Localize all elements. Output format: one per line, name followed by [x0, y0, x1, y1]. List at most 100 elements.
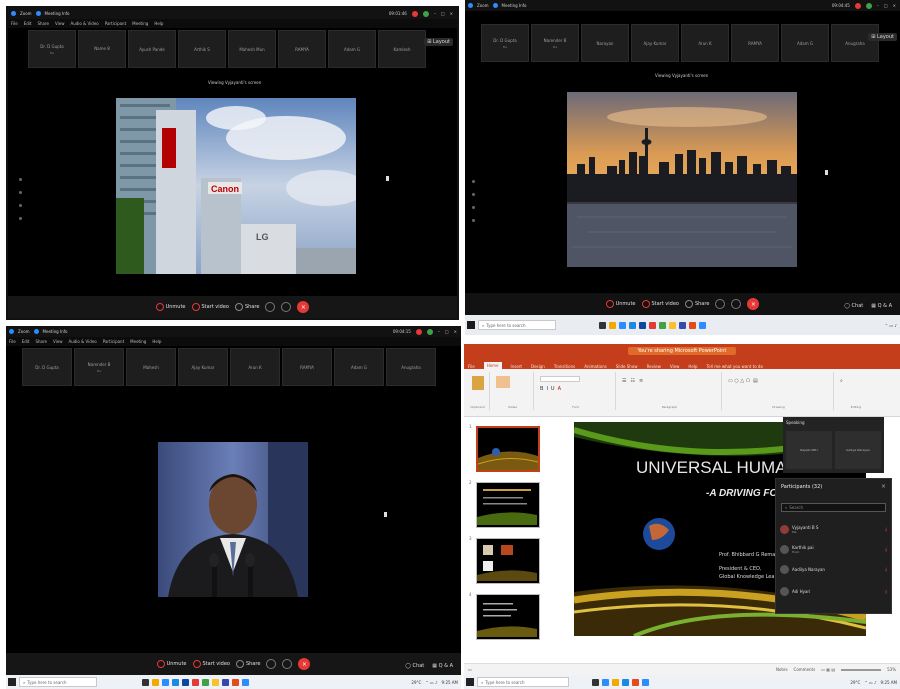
- participant-tile[interactable]: Anugraha: [831, 24, 879, 62]
- find-icon[interactable]: ⌕: [840, 378, 872, 384]
- speaker-tile[interactable]: Aalhya Narayan: [835, 431, 881, 469]
- more-icon[interactable]: [731, 299, 742, 309]
- store-icon[interactable]: [182, 678, 189, 686]
- close-icon[interactable]: ×: [450, 11, 453, 16]
- share-button[interactable]: Share: [234, 303, 259, 311]
- windows-start-icon[interactable]: [8, 678, 16, 686]
- arrange-icon[interactable]: ▤: [753, 378, 758, 384]
- participant-tile[interactable]: Ajay Kumar: [178, 348, 228, 386]
- layout-button[interactable]: ⊞ Layout: [424, 38, 453, 46]
- close-icon[interactable]: ×: [881, 483, 886, 490]
- menu-help[interactable]: Help: [154, 21, 163, 26]
- tray-clock[interactable]: 9:25 AM: [442, 680, 458, 685]
- menu-participant[interactable]: Participant: [105, 21, 126, 26]
- font-name-select[interactable]: [540, 376, 580, 382]
- weather[interactable]: 29°C: [411, 680, 421, 685]
- participant-tile[interactable]: Arun K: [681, 24, 729, 62]
- participant-tile[interactable]: Arthik S: [178, 30, 226, 68]
- menu-meeting[interactable]: Meeting: [130, 339, 146, 344]
- taskbar-search[interactable]: ⌕ Type here to search: [478, 320, 556, 330]
- menu-participant[interactable]: Participant: [103, 339, 124, 344]
- chat-button[interactable]: ◯ Chat: [405, 663, 424, 669]
- tab-home[interactable]: Home: [483, 362, 502, 369]
- share-button[interactable]: Share: [235, 660, 260, 668]
- font-color-icon[interactable]: A: [558, 386, 561, 392]
- close-icon[interactable]: ×: [454, 329, 457, 334]
- slide-thumbnail[interactable]: [476, 426, 540, 472]
- participant-tile[interactable]: Dr. D Gupta: [22, 348, 72, 386]
- reactions-icon[interactable]: [266, 659, 277, 669]
- close-icon[interactable]: ×: [893, 3, 896, 8]
- zoom-slider[interactable]: [841, 668, 882, 671]
- more-icon[interactable]: [281, 302, 292, 312]
- menu-view[interactable]: View: [53, 339, 63, 344]
- unmute-button[interactable]: Unmute: [156, 660, 187, 668]
- participants-search[interactable]: ⌕ Search: [781, 503, 886, 512]
- qa-button[interactable]: ▦ Q & A: [871, 303, 892, 309]
- tray-clock[interactable]: 9:25 AM: [881, 680, 897, 685]
- menu-audio-video[interactable]: Audio & Video: [71, 21, 99, 26]
- unmute-button[interactable]: Unmute: [605, 300, 636, 308]
- participant-tile[interactable]: Narender B Me: [531, 24, 579, 62]
- zoom-app-icon[interactable]: [642, 678, 649, 686]
- participant-tile[interactable]: RAMYA: [282, 348, 332, 386]
- zoom-level[interactable]: 53%: [887, 667, 896, 672]
- new-slide-icon[interactable]: [496, 376, 510, 388]
- participant-row[interactable]: Vyjayanti B S Me ǂ: [780, 521, 887, 537]
- app-icon[interactable]: [649, 321, 656, 329]
- slide-thumbnail[interactable]: [476, 482, 540, 528]
- sharing-banner[interactable]: You're sharing Microsoft PowerPoint: [627, 347, 737, 355]
- participant-tile[interactable]: Arun K: [230, 348, 280, 386]
- bullets-icon[interactable]: ☰: [622, 378, 626, 384]
- word-icon[interactable]: [222, 678, 229, 686]
- slide-thumbnail[interactable]: [476, 538, 540, 584]
- zoom-app-icon[interactable]: [242, 678, 249, 686]
- maximize-icon[interactable]: □: [884, 3, 888, 8]
- participant-tile[interactable]: Name 8: [78, 30, 126, 68]
- view-buttons[interactable]: ▭ ▦ ▤: [821, 667, 835, 672]
- participant-tile[interactable]: RAMYA: [278, 30, 326, 68]
- tray-icons[interactable]: ⌃ ▭ ♪: [425, 680, 437, 685]
- start-video-button[interactable]: Start video: [191, 303, 229, 311]
- powerpoint-icon[interactable]: [632, 678, 639, 686]
- menu-view[interactable]: View: [55, 21, 65, 26]
- leave-icon[interactable]: ×: [747, 298, 760, 310]
- paste-icon[interactable]: [471, 376, 484, 390]
- participant-tile[interactable]: Adam G: [781, 24, 829, 62]
- leave-icon[interactable]: ×: [297, 301, 310, 313]
- meeting-info[interactable]: Meeting Info: [43, 329, 68, 334]
- underline-icon[interactable]: U: [551, 386, 555, 392]
- participant-tile[interactable]: Dr. D Gupta Me: [28, 30, 76, 68]
- participant-row[interactable]: Aadilya Narayan ǂ: [780, 561, 887, 577]
- participant-tile[interactable]: Mahesh Mun: [228, 30, 276, 68]
- menu-share[interactable]: Share: [35, 339, 47, 344]
- edge-icon[interactable]: [162, 678, 169, 686]
- windows-start-icon[interactable]: [467, 321, 475, 329]
- file-explorer-icon[interactable]: [609, 321, 616, 329]
- meeting-info[interactable]: Meeting Info: [502, 3, 527, 8]
- mail-icon[interactable]: [172, 678, 179, 686]
- menu-help[interactable]: Help: [152, 339, 161, 344]
- menu-meeting[interactable]: Meeting: [132, 21, 148, 26]
- windows-start-icon[interactable]: [466, 678, 474, 686]
- file-explorer-icon[interactable]: [612, 678, 619, 686]
- share-button[interactable]: Share: [684, 300, 709, 308]
- participant-tile[interactable]: Adam G: [328, 30, 376, 68]
- minimize-icon[interactable]: –: [438, 329, 440, 334]
- notes-button[interactable]: Notes: [776, 667, 788, 672]
- menu-file[interactable]: File: [11, 21, 18, 26]
- participant-row[interactable]: Adi Hyari ǂ: [780, 583, 887, 599]
- chrome-icon[interactable]: [669, 321, 676, 329]
- edge-icon[interactable]: [619, 321, 626, 329]
- participant-row[interactable]: Karthik pai Host ǂ: [780, 541, 887, 557]
- reactions-icon[interactable]: [265, 302, 276, 312]
- powerpoint-icon[interactable]: [232, 678, 239, 686]
- file-explorer-icon[interactable]: [152, 678, 159, 686]
- task-view-icon[interactable]: [599, 321, 606, 329]
- slide-thumbnail[interactable]: [476, 594, 540, 640]
- chrome-icon[interactable]: [212, 678, 219, 686]
- powerpoint-icon[interactable]: [689, 321, 696, 329]
- taskbar-search[interactable]: ⌕ Type here to search: [19, 677, 97, 687]
- menu-audio-video[interactable]: Audio & Video: [69, 339, 97, 344]
- app-icon[interactable]: [192, 678, 199, 686]
